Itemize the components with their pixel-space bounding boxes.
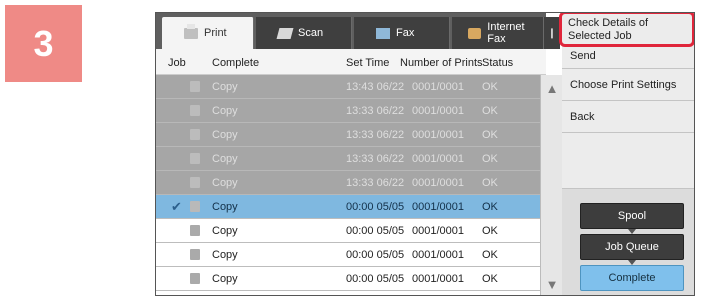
- row-status: OK: [482, 105, 498, 117]
- row-prints: 0001/0001: [412, 249, 464, 261]
- row-set-time: 13:33 06/22: [346, 105, 405, 117]
- table-row[interactable]: Copy 13:33 06/22 0001/0001 OK: [156, 171, 540, 195]
- job-queue-button[interactable]: Job Queue: [580, 234, 684, 260]
- row-status: OK: [482, 177, 498, 189]
- row-status: OK: [482, 201, 498, 213]
- row-status: OK: [482, 273, 498, 285]
- row-job-name: Copy: [212, 105, 238, 117]
- row-job-name: Copy: [212, 201, 238, 213]
- back-button[interactable]: Back: [562, 101, 694, 133]
- row-prints: 0001/0001: [412, 129, 464, 141]
- choose-print-settings-button[interactable]: Choose Print Settings: [562, 69, 694, 101]
- job-status-screen: Print Scan Fax Internet Fax ❙ Job Comple…: [155, 12, 695, 296]
- row-prints: 0001/0001: [412, 225, 464, 237]
- header-complete: Complete: [212, 57, 260, 69]
- row-job-name: Copy: [212, 153, 238, 165]
- row-set-time: 00:00 05/05: [346, 249, 405, 261]
- scan-icon: [276, 27, 294, 39]
- table-row-selected[interactable]: ✔ Copy 00:00 05/05 0001/0001 OK: [156, 195, 540, 219]
- header-job: Job: [168, 57, 186, 69]
- table-row[interactable]: Copy 00:00 05/05 0001/0001 OK: [156, 243, 540, 267]
- choose-print-settings-label: Choose Print Settings: [570, 78, 677, 91]
- row-job-name: Copy: [212, 225, 238, 237]
- complete-button[interactable]: Complete: [580, 265, 684, 291]
- tab-fax-label: Fax: [396, 27, 415, 39]
- spool-button[interactable]: Spool: [580, 203, 684, 229]
- tab-internet-fax[interactable]: Internet Fax: [452, 17, 544, 49]
- scrollbar[interactable]: ▲ ▼: [540, 75, 563, 295]
- row-set-time: 00:00 05/05: [346, 273, 405, 285]
- copy-job-icon: [190, 129, 200, 140]
- header-status: Status: [482, 57, 514, 69]
- table-row[interactable]: Copy 00:00 05/05 0001/0001 OK: [156, 219, 540, 243]
- row-prints: 0001/0001: [412, 201, 464, 213]
- copy-job-icon: [190, 273, 200, 284]
- tab-internet-fax-label: Internet Fax: [487, 21, 525, 45]
- header-number-of-prints: Number of Prints: [400, 57, 483, 69]
- row-job-name: Copy: [212, 81, 238, 93]
- row-set-time: 13:33 06/22: [346, 129, 405, 141]
- table-row[interactable]: Copy 13:33 06/22 0001/0001 OK: [156, 123, 540, 147]
- row-prints: 0001/0001: [412, 153, 464, 165]
- copy-job-icon: [190, 177, 200, 188]
- row-prints: 0001/0001: [412, 177, 464, 189]
- copy-job-icon: [190, 225, 200, 236]
- row-status: OK: [482, 249, 498, 261]
- job-queue-label: Job Queue: [605, 241, 659, 253]
- row-job-name: Copy: [212, 129, 238, 141]
- check-icon: ✔: [171, 199, 182, 214]
- copy-job-icon: [190, 249, 200, 260]
- scroll-to-top-icon[interactable]: ▲: [541, 75, 563, 101]
- row-status: OK: [482, 129, 498, 141]
- row-status: OK: [482, 225, 498, 237]
- print-icon: [184, 23, 198, 39]
- more-tabs-icon[interactable]: ❙: [544, 17, 560, 49]
- row-prints: 0001/0001: [412, 81, 464, 93]
- internet-fax-icon: [468, 27, 482, 39]
- table-row[interactable]: Copy 13:33 06/22 0001/0001 OK: [156, 99, 540, 123]
- row-status: OK: [482, 81, 498, 93]
- tab-scan-label: Scan: [298, 27, 324, 39]
- check-details-label: Check Details of Selected Job: [568, 17, 649, 42]
- tab-print[interactable]: Print: [162, 17, 254, 49]
- row-prints: 0001/0001: [412, 273, 464, 285]
- row-set-time: 00:00 05/05: [346, 201, 405, 213]
- row-job-name: Copy: [212, 177, 238, 189]
- copy-job-icon: [190, 201, 200, 212]
- tab-bar: Print Scan Fax Internet Fax: [156, 13, 546, 49]
- send-label: Send: [570, 50, 596, 62]
- row-set-time: 00:00 05/05: [346, 225, 405, 237]
- step-number-badge: 3: [5, 5, 82, 82]
- spool-label: Spool: [617, 210, 647, 222]
- row-set-time: 13:33 06/22: [346, 177, 405, 189]
- row-job-name: Copy: [212, 249, 238, 261]
- job-list: Copy 13:43 06/22 0001/0001 OK Copy 13:33…: [156, 75, 540, 291]
- table-row[interactable]: Copy 00:00 05/05 0001/0001 OK: [156, 267, 540, 291]
- row-status: OK: [482, 153, 498, 165]
- tab-scan[interactable]: Scan: [256, 17, 352, 49]
- table-row[interactable]: Copy 13:33 06/22 0001/0001 OK: [156, 147, 540, 171]
- scroll-to-bottom-icon[interactable]: ▼: [541, 271, 563, 295]
- row-set-time: 13:33 06/22: [346, 153, 405, 165]
- copy-job-icon: [190, 105, 200, 116]
- row-prints: 0001/0001: [412, 105, 464, 117]
- empty-menu-slot: [562, 133, 694, 189]
- copy-job-icon: [190, 81, 200, 92]
- tab-fax[interactable]: Fax: [354, 17, 450, 49]
- header-set-time: Set Time: [346, 57, 390, 69]
- row-set-time: 13:43 06/22: [346, 81, 405, 93]
- copy-job-icon: [190, 153, 200, 164]
- fax-icon: [376, 27, 390, 39]
- table-row[interactable]: Copy 13:43 06/22 0001/0001 OK: [156, 75, 540, 99]
- complete-label: Complete: [608, 272, 656, 284]
- tab-print-label: Print: [204, 27, 227, 39]
- row-job-name: Copy: [212, 273, 238, 285]
- back-label: Back: [570, 110, 595, 123]
- check-details-button[interactable]: Check Details of Selected Job: [559, 13, 694, 47]
- table-header: Job Complete Set Time Number of Prints S…: [156, 49, 546, 75]
